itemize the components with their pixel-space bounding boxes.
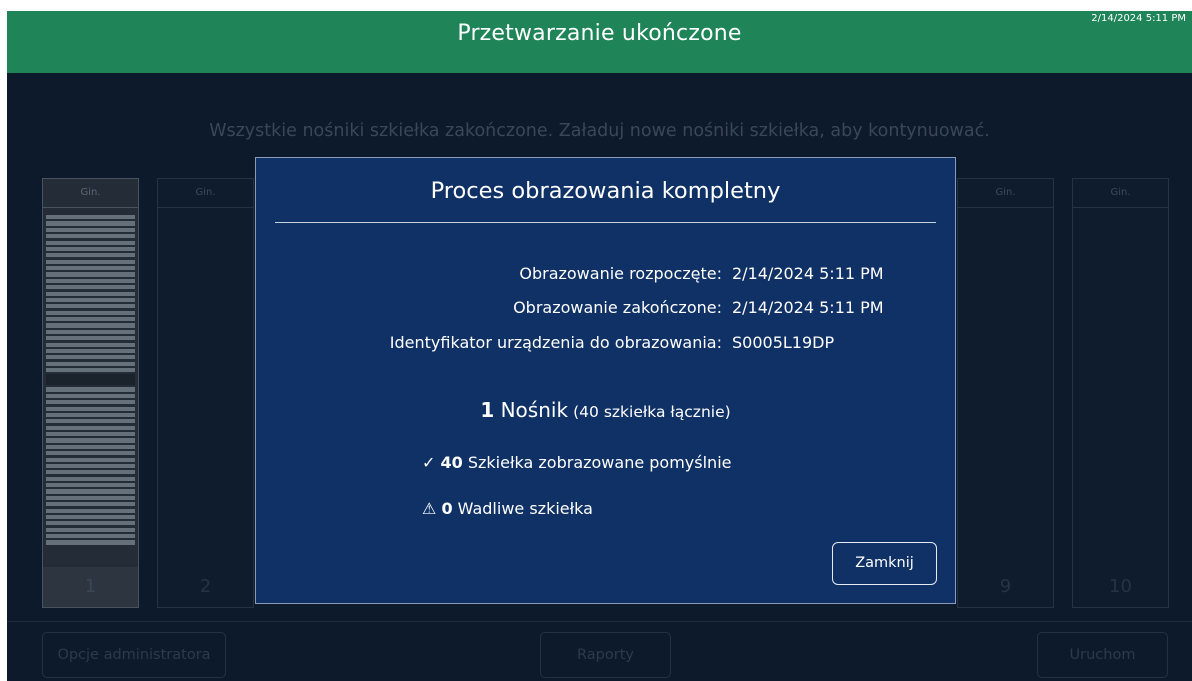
slide-line — [46, 508, 135, 513]
admin-options-button[interactable]: Opcje administratora — [42, 632, 226, 678]
slot-number: 2 — [199, 576, 212, 597]
slide-line — [46, 489, 135, 494]
slot-10[interactable]: Gin. 10 — [1072, 178, 1169, 608]
slide-line — [46, 521, 135, 526]
slide-line — [46, 412, 135, 418]
slide-line — [46, 451, 135, 456]
slide-line — [46, 476, 135, 481]
slide-line — [46, 457, 135, 462]
slot-2[interactable]: Gin. 2 — [157, 178, 254, 608]
slide-line — [46, 502, 135, 507]
device-id-row: Identyfikator urządzenia do obrazowania:… — [256, 333, 955, 357]
slide-line — [46, 240, 135, 245]
slide-line — [46, 355, 135, 360]
slide-line — [46, 419, 135, 424]
rack-gap — [46, 374, 135, 386]
slide-line — [46, 246, 135, 252]
slide-line — [46, 221, 135, 226]
carrier-count-label: 1 Nośnik — [480, 398, 568, 422]
carrier-label: Nośnik — [500, 398, 569, 422]
imaging-finished-row: Obrazowanie zakończone: 2/14/2024 5:11 P… — [256, 298, 955, 322]
defective-count: 0 — [441, 499, 453, 518]
slide-line — [46, 387, 135, 392]
slot-header: Gin. — [1073, 179, 1168, 208]
slide-line — [46, 297, 135, 303]
imaging-finished-value: 2/14/2024 5:11 PM — [732, 298, 884, 317]
slide-line — [46, 368, 135, 373]
header-timestamp: 2/14/2024 5:11 PM — [1091, 13, 1186, 24]
warning-icon: ⚠ — [422, 499, 437, 518]
slide-line — [46, 215, 135, 220]
slide-line — [46, 259, 135, 264]
slide-line — [46, 329, 135, 334]
imaging-complete-dialog: Proces obrazowania kompletny Obrazowanie… — [255, 157, 956, 604]
slide-line — [46, 534, 135, 539]
slot-header: Gin. — [43, 179, 138, 208]
app-window: Przetwarzanie ukończone 2/14/2024 5:11 P… — [7, 11, 1192, 681]
slide-line — [46, 317, 135, 322]
dialog-divider — [275, 222, 936, 223]
carrier-count: 1 — [480, 398, 495, 422]
slot-9[interactable]: Gin. 9 — [957, 178, 1054, 608]
carrier-detail: (40 szkiełka łącznie) — [573, 403, 731, 421]
slot-header: Gin. — [958, 179, 1053, 208]
slide-line — [46, 432, 135, 437]
slot-number: 10 — [1109, 576, 1132, 597]
slide-line — [46, 425, 135, 430]
slide-line — [46, 400, 135, 405]
page-title: Przetwarzanie ukończone — [457, 21, 742, 46]
slide-line — [46, 323, 135, 328]
imaging-started-label: Obrazowanie rozpoczęte: — [519, 264, 722, 283]
success-count: 40 — [440, 453, 463, 472]
slide-line — [46, 483, 135, 488]
slide-line — [46, 285, 135, 290]
defective-stat: ⚠ 0 Wadliwe szkiełka — [422, 499, 593, 518]
reports-button[interactable]: Raporty — [540, 632, 671, 678]
success-stat: ✓ 40 Szkiełka zobrazowane pomyślnie — [422, 453, 731, 472]
imaging-started-row: Obrazowanie rozpoczęte: 2/14/2024 5:11 P… — [256, 264, 955, 288]
slide-line — [46, 495, 135, 500]
slide-line — [46, 463, 135, 469]
dialog-title: Proces obrazowania kompletny — [430, 178, 781, 204]
slot-number: 1 — [43, 567, 138, 607]
slide-line — [46, 540, 135, 545]
slide-line — [46, 342, 135, 347]
slide-line — [46, 514, 135, 520]
slide-line — [46, 444, 135, 449]
device-id-label: Identyfikator urządzenia do obrazowania: — [389, 333, 722, 352]
slide-line — [46, 291, 135, 296]
slide-line — [46, 527, 135, 532]
slide-line — [46, 336, 135, 341]
slot-number: 9 — [999, 576, 1012, 597]
slide-line — [46, 348, 135, 354]
header-bar: Przetwarzanie ukończone 2/14/2024 5:11 P… — [7, 11, 1192, 73]
slide-line — [46, 278, 135, 283]
close-button[interactable]: Zamknij — [832, 542, 937, 585]
slide-line — [46, 266, 135, 271]
success-label: Szkiełka zobrazowane pomyślnie — [467, 453, 732, 472]
slide-line — [46, 406, 135, 411]
slide-line — [46, 310, 135, 315]
slide-line — [46, 438, 135, 443]
run-button[interactable]: Uruchom — [1037, 632, 1168, 678]
defective-label: Wadliwe szkiełka — [457, 499, 593, 518]
slide-line — [46, 361, 135, 366]
slide-rack — [46, 215, 135, 565]
slide-line — [46, 304, 135, 309]
carrier-summary: 1 Nośnik (40 szkiełka łącznie) — [256, 398, 955, 422]
checkmark-icon: ✓ — [422, 453, 436, 472]
slide-line — [46, 234, 135, 239]
imaging-finished-label: Obrazowanie zakończone: — [513, 298, 722, 317]
slide-line — [46, 272, 135, 277]
device-id-value: S0005L19DP — [732, 333, 835, 352]
slide-line — [46, 470, 135, 475]
bottom-divider — [7, 621, 1192, 622]
slide-line — [46, 393, 135, 398]
imaging-started-value: 2/14/2024 5:11 PM — [732, 264, 884, 283]
slide-line — [46, 253, 135, 258]
slot-header: Gin. — [158, 179, 253, 208]
slot-1[interactable]: Gin. 1 — [42, 178, 139, 608]
instruction-text: Wszystkie nośniki szkiełka zakończone. Z… — [209, 121, 990, 141]
slide-line — [46, 227, 135, 232]
